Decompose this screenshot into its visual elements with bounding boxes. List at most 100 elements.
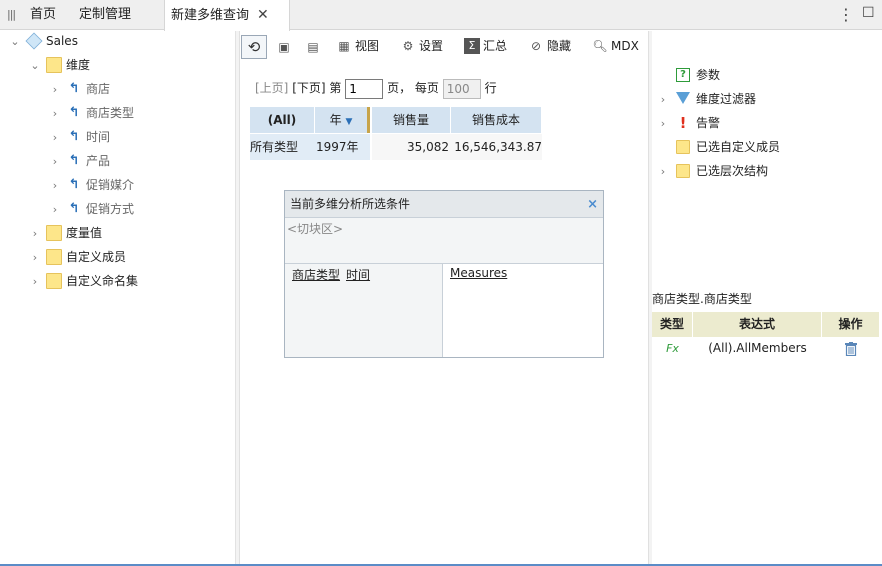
rp-item-alerts[interactable]: ›! 告警 bbox=[656, 111, 720, 135]
sigma-icon: Σ bbox=[464, 37, 480, 54]
chevron-right-icon[interactable]: › bbox=[28, 270, 42, 294]
chevron-right-icon[interactable]: › bbox=[48, 102, 62, 126]
folder-icon bbox=[46, 272, 62, 289]
slice-area[interactable]: <切块区> bbox=[285, 218, 603, 264]
per-page-prefix: 每页 bbox=[414, 81, 439, 95]
tree-item-dim[interactable]: › ↰ 促销方式 bbox=[48, 197, 134, 221]
expr-header-expression: 表达式 bbox=[693, 312, 822, 337]
hide-button[interactable]: ⊘ 隐藏 bbox=[528, 36, 571, 56]
prev-page-link[interactable]: [上页] bbox=[255, 81, 288, 95]
grid-row-header[interactable]: 所有类型 bbox=[250, 134, 315, 160]
chevron-right-icon[interactable]: › bbox=[28, 246, 42, 270]
save-icon: ▣ bbox=[278, 39, 290, 54]
refresh-button[interactable]: ⟲ bbox=[241, 35, 267, 59]
chevron-down-icon[interactable]: ⌄ bbox=[28, 54, 42, 78]
chevron-down-icon[interactable]: ⌄ bbox=[8, 30, 22, 54]
tab-home[interactable]: 首页 bbox=[24, 0, 62, 30]
chevron-right-icon[interactable]: › bbox=[48, 78, 62, 102]
folder-icon bbox=[46, 224, 62, 241]
dimension-icon: ↰ bbox=[68, 176, 80, 192]
mdx-button[interactable]: 🔍︎ MDX bbox=[592, 36, 638, 56]
rows-per-page-input[interactable] bbox=[442, 78, 481, 99]
dimension-icon: ↰ bbox=[68, 80, 80, 96]
tree-item-dim[interactable]: › ↰ 产品 bbox=[48, 149, 110, 173]
rp-item-dimension-filter[interactable]: › 维度过滤器 bbox=[656, 87, 756, 111]
hide-icon: ⊘ bbox=[530, 38, 542, 53]
folder-icon bbox=[46, 248, 62, 265]
next-page-link[interactable]: [下页] bbox=[292, 81, 325, 95]
folder-icon bbox=[676, 163, 690, 178]
tree-item-dim[interactable]: › ↰ 促销媒介 bbox=[48, 173, 134, 197]
search-icon: 🔍︎ bbox=[592, 38, 608, 53]
tree-item-custom-sets[interactable]: › 自定义命名集 bbox=[28, 269, 138, 293]
grid-cell: 16,546,343.87 bbox=[451, 134, 542, 160]
chevron-right-icon[interactable]: › bbox=[48, 198, 62, 222]
dimension-icon: ↰ bbox=[68, 128, 80, 144]
row-dimension-chip[interactable]: 时间 bbox=[346, 268, 370, 282]
tab-bar: ||| 首页 定制管理 新建多维查询 ✕ ⋮ ☐ bbox=[0, 0, 882, 31]
grid-row-header[interactable]: 1997年 bbox=[315, 134, 370, 160]
tab-new-olap-query[interactable]: 新建多维查询 ✕ bbox=[164, 0, 290, 31]
chevron-right-icon[interactable]: › bbox=[28, 222, 42, 246]
tab-custom-management[interactable]: 定制管理 bbox=[73, 0, 137, 30]
tree-item-sales[interactable]: ⌄ Sales bbox=[8, 29, 78, 53]
expr-header-type: 类型 bbox=[652, 312, 693, 337]
panel-title: 当前多维分析所选条件 bbox=[290, 197, 411, 211]
chevron-right-icon[interactable]: › bbox=[656, 88, 670, 112]
row-dimension-chip[interactable]: 商店类型 bbox=[292, 268, 340, 282]
view-button[interactable]: ▦ 视图 bbox=[336, 36, 379, 56]
grid-header-year[interactable]: 年 ▼ bbox=[315, 107, 370, 133]
expr-header-action: 操作 bbox=[822, 312, 880, 337]
left-splitter[interactable] bbox=[236, 31, 240, 566]
per-page-suffix: 行 bbox=[484, 81, 497, 95]
alert-icon: ! bbox=[679, 113, 687, 132]
columns-area[interactable]: Measures bbox=[443, 264, 603, 357]
rp-item-selected-custom-members[interactable]: 已选自定义成员 bbox=[656, 135, 780, 159]
gear-icon: ⚙ bbox=[402, 38, 414, 53]
filter-icon bbox=[676, 91, 690, 106]
rows-area[interactable]: 商店类型 时间 bbox=[285, 264, 443, 357]
chevron-right-icon[interactable]: › bbox=[656, 112, 670, 136]
chevron-right-icon[interactable]: › bbox=[48, 174, 62, 198]
tree-item-dim[interactable]: › ↰ 商店类型 bbox=[48, 101, 134, 125]
maximize-icon[interactable]: ☐ bbox=[862, 5, 875, 21]
grip-icon[interactable]: ||| bbox=[7, 8, 16, 21]
chevron-right-icon[interactable]: › bbox=[48, 150, 62, 174]
settings-button[interactable]: ⚙ 设置 bbox=[400, 36, 443, 56]
column-dimension-chip[interactable]: Measures bbox=[450, 266, 507, 280]
tree-item-dimension[interactable]: ⌄ 维度 bbox=[28, 53, 90, 77]
delete-expression-button[interactable] bbox=[822, 337, 880, 360]
panel-header: 当前多维分析所选条件 × bbox=[285, 191, 603, 218]
dimension-folder-icon bbox=[46, 56, 62, 73]
rp-item-parameters[interactable]: ? 参数 bbox=[656, 63, 720, 87]
view-icon: ▦ bbox=[338, 38, 350, 53]
close-icon[interactable]: × bbox=[587, 191, 598, 218]
save-as-button[interactable]: ▤ bbox=[305, 37, 324, 57]
chevron-right-icon[interactable]: › bbox=[48, 126, 62, 150]
dimension-icon: ↰ bbox=[68, 152, 80, 168]
grid-header-sales-cost[interactable]: 销售成本 bbox=[451, 107, 542, 133]
close-icon[interactable]: ✕ bbox=[257, 7, 269, 23]
more-icon[interactable]: ⋮ bbox=[838, 5, 854, 24]
expression-title: 商店类型.商店类型 bbox=[652, 292, 752, 306]
trash-icon bbox=[845, 341, 857, 356]
folder-icon bbox=[676, 139, 690, 154]
rp-item-selected-hierarchies[interactable]: › 已选层次结构 bbox=[656, 159, 768, 183]
chevron-right-icon[interactable]: › bbox=[656, 160, 670, 184]
parameter-icon: ? bbox=[676, 67, 690, 82]
page-number-input[interactable] bbox=[345, 78, 384, 99]
fx-icon: Fx bbox=[666, 342, 679, 355]
grid-header-sales-qty[interactable]: 销售量 bbox=[372, 107, 451, 133]
save-button[interactable]: ▣ bbox=[276, 37, 295, 57]
summary-button[interactable]: Σ 汇总 bbox=[464, 36, 507, 56]
grid-cell: 35,082 bbox=[372, 134, 451, 160]
tree-item-dim[interactable]: › ↰ 时间 bbox=[48, 125, 110, 149]
page-suffix: 页， bbox=[387, 81, 412, 95]
tree-item-dim[interactable]: › ↰ 商店 bbox=[48, 77, 110, 101]
tree-item-measures[interactable]: › 度量值 bbox=[28, 221, 102, 245]
grid-header-all[interactable]: (All) bbox=[250, 107, 315, 133]
tree-item-custom-members[interactable]: › 自定义成员 bbox=[28, 245, 126, 269]
sort-desc-icon[interactable]: ▼ bbox=[345, 117, 352, 127]
selected-conditions-panel: 当前多维分析所选条件 × <切块区> 商店类型 时间 Measures bbox=[284, 190, 604, 358]
expression-value: (All).AllMembers bbox=[708, 341, 807, 355]
